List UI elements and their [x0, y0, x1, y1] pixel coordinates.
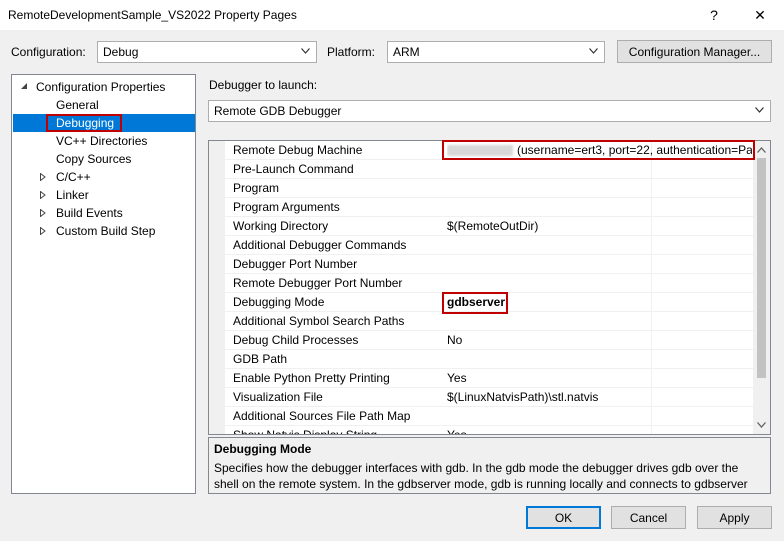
collapsed-triangle-icon[interactable] — [40, 191, 46, 199]
scroll-up-arrow-icon[interactable] — [757, 147, 766, 153]
platform-label: Platform: — [327, 45, 376, 59]
debugging-mode-highlight-box — [442, 292, 508, 314]
collapsed-triangle-icon[interactable] — [40, 173, 46, 181]
property-name: Program Arguments — [233, 200, 340, 214]
property-value[interactable]: No — [447, 333, 752, 347]
description-panel: Debugging Mode Specifies how the debugge… — [208, 437, 771, 494]
cancel-button[interactable]: Cancel — [611, 506, 686, 529]
tree-item-build-events[interactable]: Build Events — [56, 204, 123, 222]
property-row[interactable]: Debug Child Processes No — [225, 331, 755, 350]
property-name: GDB Path — [233, 352, 288, 366]
property-row[interactable]: Program Arguments — [225, 198, 755, 217]
property-name: Additional Debugger Commands — [233, 238, 407, 252]
debugger-dropdown[interactable]: Remote GDB Debugger — [208, 100, 771, 122]
description-text: Specifies how the debugger interfaces wi… — [214, 461, 748, 491]
ok-button[interactable]: OK — [526, 506, 601, 529]
property-name: Program — [233, 181, 280, 195]
description-title: Debugging Mode — [214, 442, 312, 456]
grid-gutter — [209, 141, 225, 434]
property-tree[interactable]: Configuration Properties General Debuggi… — [11, 74, 196, 494]
configuration-label: Configuration: — [11, 45, 86, 59]
tree-item-copy-sources[interactable]: Copy Sources — [56, 150, 131, 168]
debugger-launch-label: Debugger to launch: — [209, 78, 318, 92]
property-name: Working Directory — [233, 219, 329, 233]
property-value[interactable]: Yes — [447, 428, 752, 434]
property-value[interactable]: Yes — [447, 371, 752, 385]
chevron-down-icon — [301, 48, 310, 54]
scroll-down-arrow-icon[interactable] — [757, 422, 766, 428]
debugger-value: Remote GDB Debugger — [214, 104, 342, 118]
title-bar: RemoteDevelopmentSample_VS2022 Property … — [0, 0, 784, 30]
chevron-down-icon — [589, 48, 598, 54]
remote-machine-highlight-box — [442, 140, 755, 160]
property-row[interactable]: Working Directory $(RemoteOutDir) — [225, 217, 755, 236]
platform-dropdown[interactable]: ARM — [387, 41, 605, 63]
property-row[interactable]: Pre-Launch Command — [225, 160, 755, 179]
property-row[interactable]: GDB Path — [225, 350, 755, 369]
debugging-highlight-box — [46, 114, 122, 132]
vertical-scrollbar[interactable] — [753, 141, 770, 434]
property-name: Remote Debug Machine — [233, 143, 363, 157]
scrollbar-thumb[interactable] — [757, 158, 766, 378]
property-name: Additional Symbol Search Paths — [233, 314, 405, 328]
tree-item-c-cpp[interactable]: C/C++ — [56, 168, 91, 186]
tree-item-configuration-properties[interactable]: Configuration Properties — [36, 78, 165, 96]
property-name: Additional Sources File Path Map — [233, 409, 411, 423]
property-row[interactable]: Additional Debugger Commands — [225, 236, 755, 255]
tree-item-general[interactable]: General — [56, 96, 99, 114]
tree-item-vc-directories[interactable]: VC++ Directories — [56, 132, 147, 150]
configuration-manager-button[interactable]: Configuration Manager... — [617, 40, 772, 63]
property-row[interactable]: Additional Symbol Search Paths — [225, 312, 755, 331]
property-name: Debugger Port Number — [233, 257, 358, 271]
tree-item-linker[interactable]: Linker — [56, 186, 89, 204]
property-name: Visualization File — [233, 390, 323, 404]
property-row[interactable]: Visualization File $(LinuxNatvisPath)\stl… — [225, 388, 755, 407]
property-row[interactable]: Program — [225, 179, 755, 198]
property-name: Debugging Mode — [233, 295, 325, 309]
help-button[interactable]: ? — [694, 0, 734, 30]
property-name: Remote Debugger Port Number — [233, 276, 403, 290]
property-name: Enable Python Pretty Printing — [233, 371, 390, 385]
property-row[interactable]: Debugger Port Number — [225, 255, 755, 274]
property-name: Show Natvis Display String — [233, 428, 378, 435]
tree-item-custom-build-step[interactable]: Custom Build Step — [56, 222, 155, 240]
chevron-down-icon — [755, 107, 764, 113]
platform-value: ARM — [393, 45, 420, 59]
property-row[interactable]: Remote Debugger Port Number — [225, 274, 755, 293]
close-button[interactable]: ✕ — [740, 0, 780, 30]
property-row[interactable]: Additional Sources File Path Map — [225, 407, 755, 426]
collapsed-triangle-icon[interactable] — [40, 209, 46, 217]
window-title: RemoteDevelopmentSample_VS2022 Property … — [8, 8, 297, 22]
apply-button[interactable]: Apply — [697, 506, 772, 529]
property-name: Debug Child Processes — [233, 333, 359, 347]
configuration-value: Debug — [103, 45, 139, 59]
property-value[interactable]: $(RemoteOutDir) — [447, 219, 752, 233]
configuration-dropdown[interactable]: Debug — [97, 41, 317, 63]
property-name: Pre-Launch Command — [233, 162, 354, 176]
property-row[interactable]: Enable Python Pretty Printing Yes — [225, 369, 755, 388]
property-value[interactable]: $(LinuxNatvisPath)\stl.natvis — [447, 390, 752, 404]
property-row[interactable]: Show Natvis Display String Yes — [225, 426, 755, 435]
collapsed-triangle-icon[interactable] — [40, 227, 46, 235]
expanded-triangle-icon[interactable] — [20, 82, 28, 90]
property-grid[interactable]: Remote Debug Machine (username=ert3, port… — [208, 140, 771, 435]
